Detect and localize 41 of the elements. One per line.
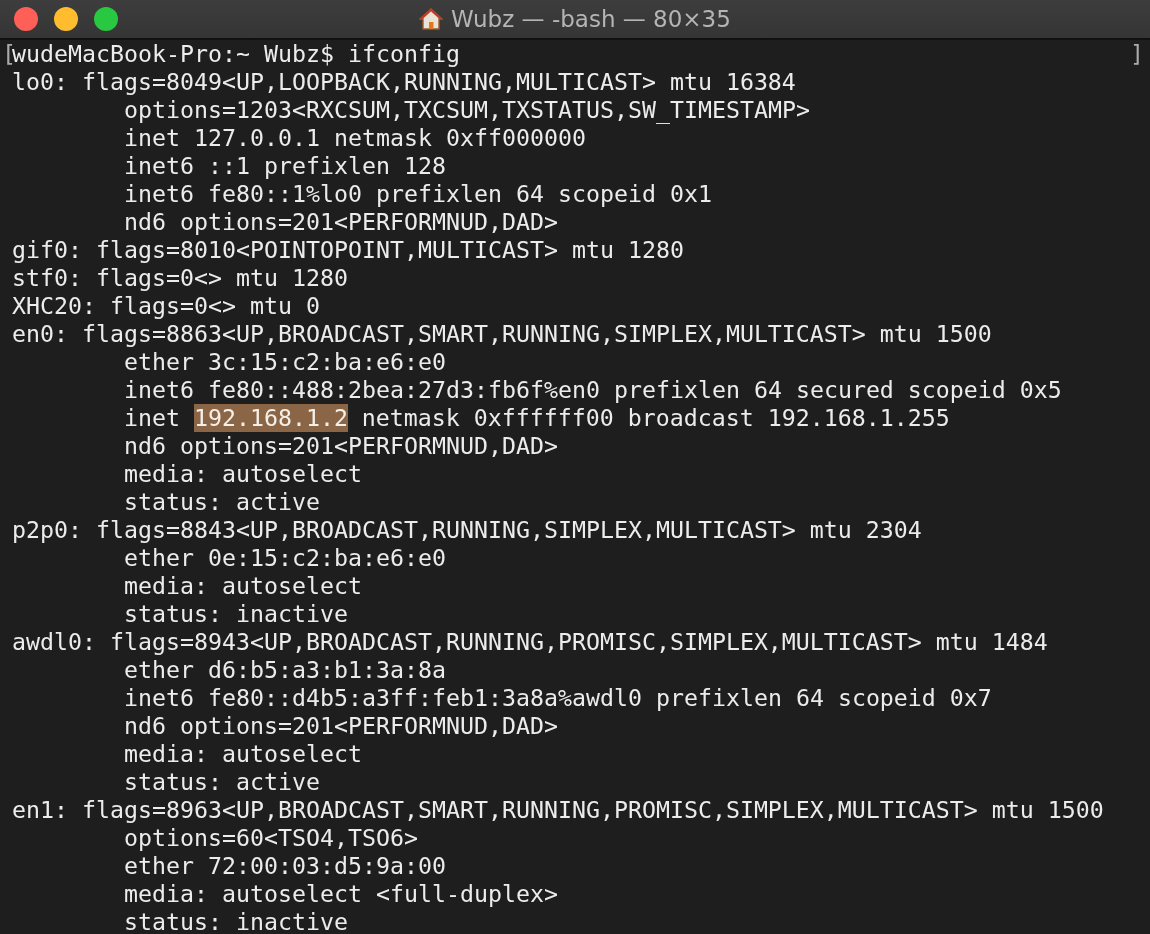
output-line: status: inactive [123,908,349,934]
window-title: Wubz — -bash — 80×35 [451,6,731,32]
output-line: nd6 options=201<PERFORMNUD,DAD> [123,712,559,740]
output-line: en1: flags=8963<UP,BROADCAST,SMART,RUNNING,PROMISC,SIMPLEX,MULTICAST> mtu 1500 [11,796,1105,824]
output-line: media: autoselect [123,460,363,488]
output-line: en0: flags=8863<UP,BROADCAST,SMART,RUNNING,SIMPLEX,MULTICAST> mtu 1500 [11,320,993,348]
output-line: media: autoselect [123,572,363,600]
output-line: awdl0: flags=8943<UP,BROADCAST,RUNNING,PROMISC,SIMPLEX,MULTICAST> mtu 1484 [11,628,1049,656]
zoom-button[interactable] [94,7,118,31]
output-line: media: autoselect <full-duplex> [123,880,559,908]
output-line: ether d6:b5:a3:b1:3a:8a [123,656,447,684]
output-text: inet [124,404,180,432]
house-icon [419,8,444,30]
output-line: p2p0: flags=8843<UP,BROADCAST,RUNNING,SIMPLEX,MULTICAST> mtu 2304 [11,516,923,544]
output-line: inet6 fe80::d4b5:a3ff:feb1:3a8a%awdl0 prefixlen 64 scopeid 0x7 [123,684,993,712]
output-line: lo0: flags=8049<UP,LOOPBACK,RUNNING,MULTICAST> mtu 16384 [11,68,797,96]
line-mark: [ [2,40,12,68]
output-line: nd6 options=201<PERFORMNUD,DAD> [123,432,559,460]
output-line: ether 72:00:03:d5:9a:00 [123,852,447,880]
output-line: ether 3c:15:c2:ba:e6:e0 [123,348,447,376]
output-line: inet 127.0.0.1 netmask 0xff000000 [123,124,587,152]
output-line: inet6 fe80::1%lo0 prefixlen 64 scopeid 0x1 [123,180,713,208]
output-line: stf0: flags=0<> mtu 1280 [11,264,349,292]
output-line: inet6 fe80::488:2bea:27d3:fb6f%en0 prefixlen 64 secured scopeid 0x5 [123,376,1063,404]
output-line: options=60<TSO4,TSO6> [123,824,419,852]
selected-text: 192.168.1.2 [193,404,348,432]
output-line: media: autoselect [123,740,363,768]
line-mark: ] [1130,40,1140,68]
output-line: status: active [123,488,321,516]
output-text: netmask 0xffffff00 broadcast 192.168.1.255 [361,404,950,432]
output-line: inet6 ::1 prefixlen 128 [123,152,447,180]
close-button[interactable] [14,7,38,31]
output-line: ether 0e:15:c2:ba:e6:e0 [123,544,447,572]
output-line: options=1203<RXCSUM,TXCSUM,TXSTATUS,SW_TIMESTAMP> [123,96,811,124]
command-line: wudeMacBook-Pro:~ Wubz$ ifconfig [12,40,460,68]
output-line: gif0: flags=8010<POINTOPOINT,MULTICAST> mtu 1280 [11,236,685,264]
minimize-button[interactable] [54,7,78,31]
output-line: XHC20: flags=0<> mtu 0 [11,292,321,320]
output-line: status: inactive [123,600,349,628]
output-line: status: active [123,768,321,796]
output-line: nd6 options=201<PERFORMNUD,DAD> [123,208,559,236]
